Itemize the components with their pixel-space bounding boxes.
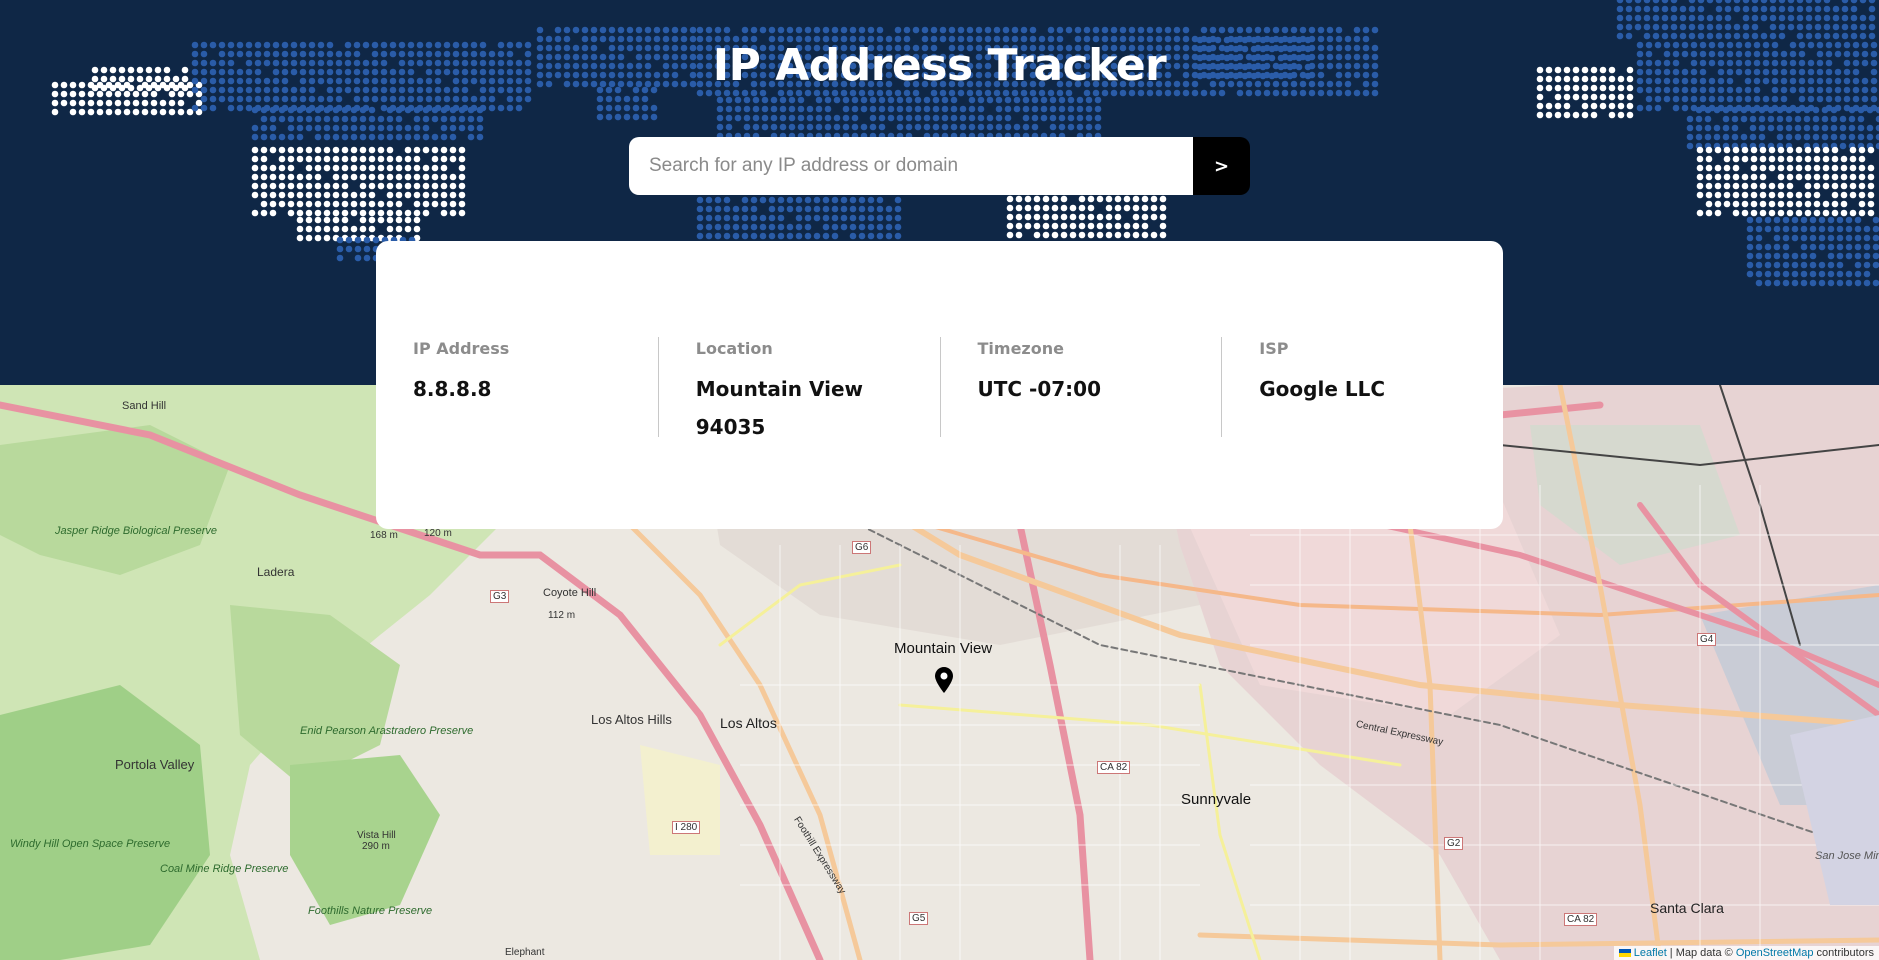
ip-address-value: 8.8.8.8 xyxy=(413,377,492,401)
attribution-contributors: contributors xyxy=(1813,947,1874,959)
map-label-coal-mine: Coal Mine Ridge Preserve xyxy=(160,863,289,875)
map-label-foothills: Foothills Nature Preserve xyxy=(308,905,433,917)
search-input[interactable] xyxy=(629,137,1193,195)
location-label: Location xyxy=(695,339,773,358)
map-label-g5: G5 xyxy=(909,912,929,925)
map-label-windy-hill: Windy Hill Open Space Preserve xyxy=(10,838,170,850)
map-label-enid-pearson: Enid Pearson Arastradero Preserve xyxy=(300,725,474,737)
map-label-elephant: Elephant xyxy=(505,947,545,958)
map-label-g4: G4 xyxy=(1697,633,1717,646)
ip-info-card: IP Address 8.8.8.8 Location Mountain Vie… xyxy=(376,241,1503,529)
map-label-mountain-view: Mountain View xyxy=(894,640,993,657)
map-label-g2: G2 xyxy=(1444,837,1464,850)
ukraine-flag-icon xyxy=(1618,949,1631,957)
timezone-value: UTC -07:00 xyxy=(977,377,1102,401)
map-label-elev-168: 168 m xyxy=(370,530,398,541)
map-attribution: Leaflet | Map data © OpenStreetMap contr… xyxy=(1613,946,1879,960)
map-label-los-altos-hills: Los Altos Hills xyxy=(591,712,672,727)
map-label-san-jose-airport: San Jose Mineta International Airport xyxy=(1815,850,1879,862)
search-submit-button[interactable]: > xyxy=(1193,137,1250,195)
map-label-i280: I 280 xyxy=(672,821,701,834)
map-label-ca82: CA 82 xyxy=(1097,761,1131,774)
map-label-santa-clara: Santa Clara xyxy=(1650,900,1724,916)
map-label-ca82-east: CA 82 xyxy=(1564,913,1598,926)
map-label-ladera: Ladera xyxy=(257,565,295,579)
isp-value: Google LLC xyxy=(1259,377,1386,401)
attribution-text: | Map data © xyxy=(1666,947,1736,959)
map-label-elev-120: 120 m xyxy=(424,528,452,539)
map-label-vista-hill-elevation: 290 m xyxy=(362,841,390,852)
map-label-g6: G6 xyxy=(852,541,872,554)
map-label-coyote-hill-elevation: 112 m xyxy=(548,610,576,621)
location-value: Mountain View 94035 xyxy=(695,377,864,439)
search-form: > xyxy=(629,137,1250,195)
isp-section: ISP Google LLC xyxy=(1221,337,1503,437)
map-label-sunnyvale: Sunnyvale xyxy=(1181,791,1252,808)
timezone-label: Timezone xyxy=(977,339,1064,358)
map-label-los-altos: Los Altos xyxy=(720,715,777,731)
location-section: Location Mountain View 94035 xyxy=(657,337,940,439)
timezone-section: Timezone UTC -07:00 xyxy=(939,337,1222,437)
page-title: IP Address Tracker xyxy=(712,40,1167,91)
ip-address-section: IP Address 8.8.8.8 xyxy=(376,337,658,437)
map-label-jasper-ridge: Jasper Ridge Biological Preserve xyxy=(55,525,218,537)
map-label-vista-hill: Vista Hill xyxy=(357,830,396,841)
location-pin-icon[interactable] xyxy=(935,667,953,693)
openstreetmap-link[interactable]: OpenStreetMap xyxy=(1736,947,1814,959)
ip-address-label: IP Address xyxy=(413,339,510,358)
map-label-g3: G3 xyxy=(490,590,510,603)
map-label-sand-hill: Sand Hill xyxy=(122,400,167,412)
map-label-portola-valley: Portola Valley xyxy=(115,757,195,772)
leaflet-link[interactable]: Leaflet xyxy=(1634,947,1667,959)
map-label-coyote-hill: Coyote Hill xyxy=(543,587,597,599)
isp-label: ISP xyxy=(1259,339,1289,358)
